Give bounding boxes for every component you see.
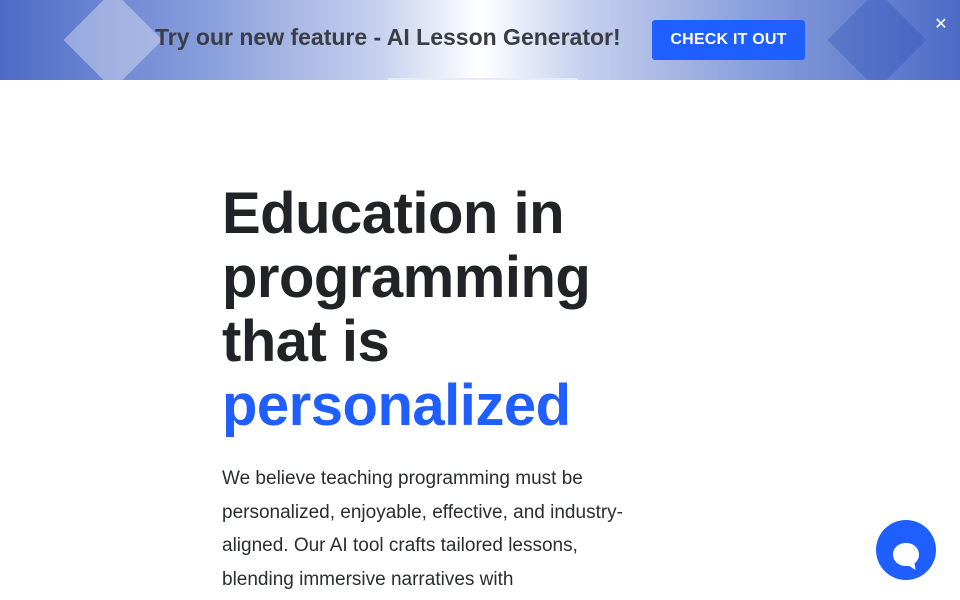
banner-decoration-right (827, 0, 927, 80)
hero-title-line-2: programming (222, 245, 591, 310)
close-icon[interactable]: ✕ (930, 14, 952, 36)
hero-title-accent: personalized (222, 373, 571, 438)
chat-launcher-button[interactable] (876, 520, 936, 580)
hero-title-line-1: Education in (222, 181, 565, 246)
hero-description: We believe teaching programming must be … (222, 468, 624, 590)
banner-underline (388, 78, 578, 80)
hero-title-line-3: that is (222, 309, 390, 374)
hero-section: Education in programming that is persona… (222, 182, 662, 596)
banner-text: Try our new feature - AI Lesson Generato… (155, 24, 621, 50)
chat-bubble-icon (893, 543, 919, 570)
check-it-out-button[interactable]: CHECK IT OUT (652, 20, 805, 60)
announcement-banner: Try our new feature - AI Lesson Generato… (0, 0, 960, 80)
hero-title: Education in programming that is persona… (222, 182, 662, 438)
banner-decoration-left (63, 0, 163, 80)
